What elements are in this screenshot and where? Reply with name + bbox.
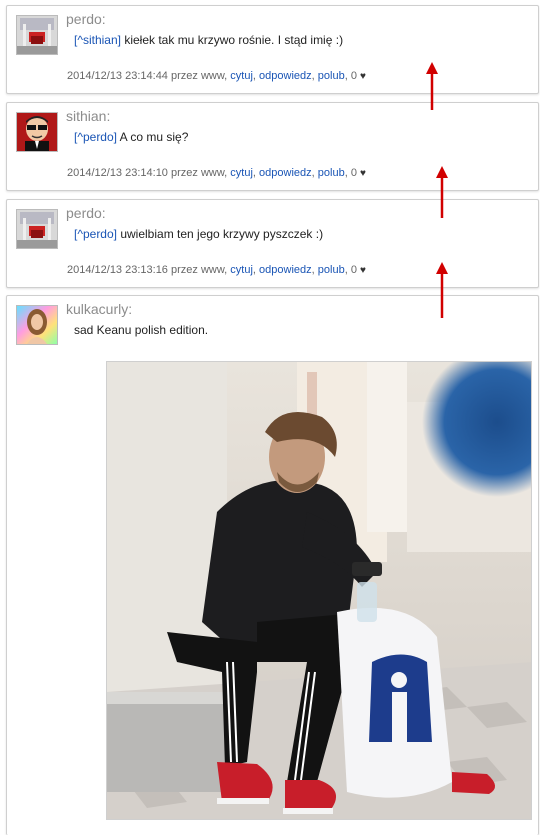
timestamp: 2014/12/13 23:14:44 przez www, (67, 70, 228, 82)
avatar[interactable] (16, 305, 58, 345)
avatar[interactable] (16, 15, 58, 55)
like-count: 0 (350, 167, 357, 179)
comment-meta: 2014/12/13 23:14:10 przez www, cytuj, od… (67, 167, 366, 179)
comment-2: sithian: [^perdo] A co mu się? 2014/12/1… (6, 102, 539, 191)
post-photo[interactable] (106, 361, 532, 820)
comment-text: [^perdo] uwielbiam ten jego krzywy pyszc… (74, 227, 323, 241)
comment-meta: 2014/12/13 23:14:44 przez www, cytuj, od… (67, 70, 366, 82)
timestamp: 2014/12/13 23:13:16 przez www, (67, 264, 228, 276)
red-arrow-annotation (436, 262, 448, 318)
comment-body: sad Keanu polish edition. (74, 323, 209, 337)
comment-1: perdo: [^sithian] kiełek tak mu krzywo r… (6, 5, 539, 94)
author-name: perdo: (66, 205, 106, 221)
like-link[interactable]: polub (318, 70, 345, 82)
avatar[interactable] (16, 209, 58, 249)
reply-to-link[interactable]: [^perdo] (74, 130, 117, 144)
red-arrow-annotation (426, 62, 438, 110)
like-link[interactable]: polub (318, 264, 345, 276)
reply-link[interactable]: odpowiedz (259, 167, 312, 179)
reply-link[interactable]: odpowiedz (259, 70, 312, 82)
cite-link[interactable]: cytuj (230, 70, 253, 82)
like-count: 0 (350, 70, 357, 82)
reply-to-link[interactable]: [^perdo] (74, 227, 117, 241)
comment-body: A co mu się? (117, 130, 189, 144)
comment-body: uwielbiam ten jego krzywy pyszczek :) (117, 227, 324, 241)
comment-meta: 2014/12/13 23:13:16 przez www, cytuj, od… (67, 264, 366, 276)
reply-link[interactable]: odpowiedz (259, 264, 312, 276)
timestamp: 2014/12/13 23:14:10 przez www, (67, 167, 228, 179)
author-name: kulkacurly: (66, 301, 133, 317)
author-name: perdo: (66, 11, 106, 27)
heart-icon: ♥ (360, 168, 366, 179)
comment-text: [^sithian] kiełek tak mu krzywo rośnie. … (74, 33, 343, 47)
heart-icon: ♥ (360, 71, 366, 82)
comment-text: [^perdo] A co mu się? (74, 130, 188, 144)
cite-link[interactable]: cytuj (230, 264, 253, 276)
avatar[interactable] (16, 112, 58, 152)
like-link[interactable]: polub (318, 167, 345, 179)
like-count: 0 (350, 264, 357, 276)
author-name: sithian: (66, 108, 111, 124)
reply-to-link[interactable]: [^sithian] (74, 33, 121, 47)
heart-icon: ♥ (360, 265, 366, 276)
comment-3: perdo: [^perdo] uwielbiam ten jego krzyw… (6, 199, 539, 288)
comment-body: kiełek tak mu krzywo rośnie. I stąd imię… (121, 33, 344, 47)
cite-link[interactable]: cytuj (230, 167, 253, 179)
red-arrow-annotation (436, 166, 448, 218)
